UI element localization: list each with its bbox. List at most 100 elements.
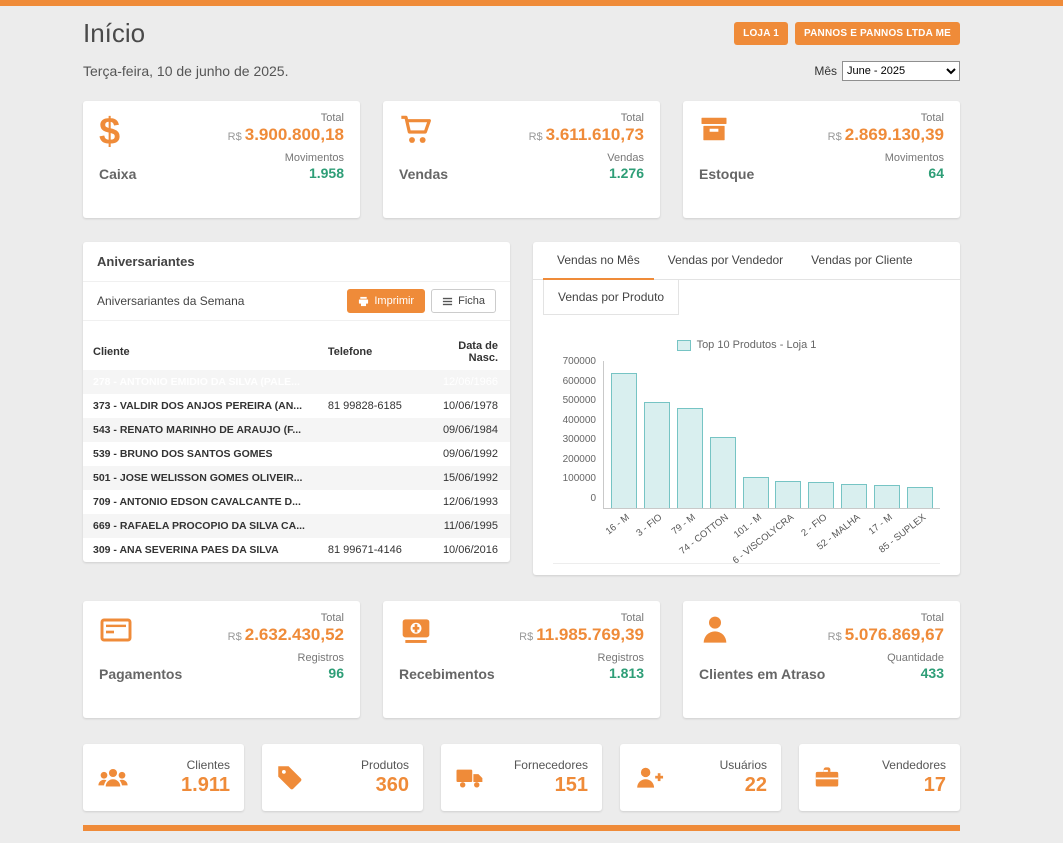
count-value: 1.276 xyxy=(529,165,644,181)
stat-card-values: Total R$2.632.430,52 Registros 96 xyxy=(228,612,344,681)
total-value: 2.632.430,52 xyxy=(245,625,344,644)
stat-card-values: Total R$2.869.130,39 Movimentos 64 xyxy=(828,112,944,181)
chart-bar-slot xyxy=(903,361,936,508)
phone-cell: 81 99671-4146 xyxy=(318,538,425,562)
birthdate-cell: 10/06/1978 xyxy=(425,394,510,418)
x-tick-label: 16 - M xyxy=(604,512,632,537)
users-icon xyxy=(97,764,129,791)
chart-bar-slot xyxy=(706,361,739,508)
birthdays-subtitle: Aniversariantes da Semana xyxy=(97,294,244,308)
birthdate-cell: 12/06/1966 xyxy=(425,370,510,394)
tab-vendas-por-produto[interactable]: Vendas por Produto xyxy=(543,280,679,315)
chart-plot-column: 16 - M3 - FIO79 - M74 - COTTON101 - M6 -… xyxy=(603,361,940,561)
currency-prefix: R$ xyxy=(529,131,543,143)
chart-bar-slot xyxy=(641,361,674,508)
legend-label: Top 10 Produtos - Loja 1 xyxy=(697,339,817,351)
company-button[interactable]: PANNOS E PANNOS LTDA ME xyxy=(795,22,960,45)
table-row[interactable]: 669 - RAFAELA PROCOPIO DA SILVA CA... 11… xyxy=(83,514,510,538)
table-row[interactable]: 373 - VALDIR DOS ANJOS PEREIRA (AN... 81… xyxy=(83,394,510,418)
date-row: Terça-feira, 10 de junho de 2025. Mês Ju… xyxy=(83,61,960,81)
top-stats-row: $ Caixa Total R$3.900.800,18 Movimentos … xyxy=(83,101,960,218)
x-tick-slot: 16 - M xyxy=(607,509,640,561)
table-row[interactable]: 501 - JOSE WELISSON GOMES OLIVEIR... 15/… xyxy=(83,466,510,490)
chart-footer-divider xyxy=(553,563,940,575)
column-data-nasc: Data de Nasc. xyxy=(425,334,510,370)
birthdate-cell: 09/06/1992 xyxy=(425,442,510,466)
tab-vendas-por-cliente[interactable]: Vendas por Cliente xyxy=(797,242,926,279)
mid-stats-row: Pagamentos Total R$2.632.430,52 Registro… xyxy=(83,601,960,718)
currency-prefix: R$ xyxy=(828,131,842,143)
month-select[interactable]: June - 2025 xyxy=(842,61,960,81)
briefcase-icon xyxy=(813,764,841,791)
y-tick-label: 100000 xyxy=(553,473,596,484)
phone-cell: 81 99828-6185 xyxy=(318,394,425,418)
bottom-accent-bar xyxy=(83,825,960,831)
birthdate-cell: 10/06/2016 xyxy=(425,538,510,562)
table-row[interactable]: 309 - ANA SEVERINA PAES DA SILVA 81 9967… xyxy=(83,538,510,562)
total-label: Total xyxy=(228,112,344,124)
count-value: 96 xyxy=(228,665,344,681)
tab-vendas-no-mes[interactable]: Vendas no Mês xyxy=(543,242,654,280)
phone-cell xyxy=(318,442,425,466)
y-tick-label: 0 xyxy=(553,493,596,504)
current-date: Terça-feira, 10 de junho de 2025. xyxy=(83,63,288,79)
total-value: 3.611.610,73 xyxy=(546,125,644,144)
sales-chart: Top 10 Produtos - Loja 1 700000 600000 500… xyxy=(533,315,960,575)
chart-bar-slot xyxy=(739,361,772,508)
chart-bar xyxy=(644,402,670,508)
total-label: Total xyxy=(828,612,944,624)
legend-swatch xyxy=(677,340,691,351)
stat-card-caixa: $ Caixa Total R$3.900.800,18 Movimentos … xyxy=(83,101,360,218)
x-tick-label: 17 - M xyxy=(867,512,895,537)
count-label: Registros xyxy=(228,652,344,664)
table-row[interactable]: 543 - RENATO MARINHO DE ARAUJO (F... 09/… xyxy=(83,418,510,442)
chart-bar xyxy=(743,477,769,509)
print-button-label: Imprimir xyxy=(374,295,414,307)
x-tick-slot: 85 - SUPLEX xyxy=(903,509,936,561)
bottom-stats-row: Clientes 1.911 Produtos 360 xyxy=(83,744,960,811)
client-cell: 543 - RENATO MARINHO DE ARAUJO (F... xyxy=(83,418,318,442)
summary-card-vendedores: Vendedores 17 xyxy=(799,744,960,811)
total-label: Total xyxy=(529,112,644,124)
ficha-button[interactable]: Ficha xyxy=(431,289,496,313)
y-tick-label: 400000 xyxy=(553,415,596,426)
y-tick-label: 500000 xyxy=(553,395,596,406)
stat-card-recebimentos: Recebimentos Total R$11.985.769,39 Regis… xyxy=(383,601,660,718)
count-label: Registros xyxy=(519,652,644,664)
summary-value: 1.911 xyxy=(181,774,230,797)
y-tick-label: 600000 xyxy=(553,376,596,387)
currency-prefix: R$ xyxy=(228,631,242,643)
summary-value: 17 xyxy=(882,774,946,797)
header-buttons: LOJA 1 PANNOS E PANNOS LTDA ME xyxy=(734,22,960,45)
tab-vendas-por-vendedor[interactable]: Vendas por Vendedor xyxy=(654,242,797,279)
birthdate-cell: 09/06/1984 xyxy=(425,418,510,442)
count-value: 1.958 xyxy=(228,165,344,181)
count-value: 64 xyxy=(828,165,944,181)
x-tick-slot: 52 - MALHA xyxy=(837,509,870,561)
count-label: Quantidade xyxy=(828,652,944,664)
chart-bar xyxy=(677,408,703,508)
count-label: Vendas xyxy=(529,152,644,164)
printer-icon xyxy=(358,296,369,307)
chart-bar-slot xyxy=(805,361,838,508)
birthdays-table: Cliente Telefone Data de Nasc. 278 - ANT… xyxy=(83,334,510,562)
client-cell: 373 - VALDIR DOS ANJOS PEREIRA (AN... xyxy=(83,394,318,418)
table-row[interactable]: 709 - ANTONIO EDSON CAVALCANTE D... 12/0… xyxy=(83,490,510,514)
phone-cell xyxy=(318,490,425,514)
tag-icon xyxy=(276,764,303,791)
phone-cell xyxy=(318,514,425,538)
table-row[interactable]: 278 - ANTONIO EMIDIO DA SILVA (PALE... 1… xyxy=(83,370,510,394)
total-label: Total xyxy=(228,612,344,624)
print-button[interactable]: Imprimir xyxy=(347,289,425,313)
summary-label: Fornecedores xyxy=(514,758,588,772)
birthdate-cell: 15/06/1992 xyxy=(425,466,510,490)
store-button[interactable]: LOJA 1 xyxy=(734,22,788,45)
summary-label: Clientes xyxy=(181,758,230,772)
list-icon xyxy=(442,296,453,307)
table-row[interactable]: 539 - BRUNO DOS SANTOS GOMES 09/06/1992 xyxy=(83,442,510,466)
currency-prefix: R$ xyxy=(828,631,842,643)
stat-card-clientes-em-atraso: Clientes em Atraso Total R$5.076.869,67 … xyxy=(683,601,960,718)
birthdate-cell: 11/06/1995 xyxy=(425,514,510,538)
y-tick-label: 700000 xyxy=(553,356,596,367)
chart-bar xyxy=(775,481,801,508)
